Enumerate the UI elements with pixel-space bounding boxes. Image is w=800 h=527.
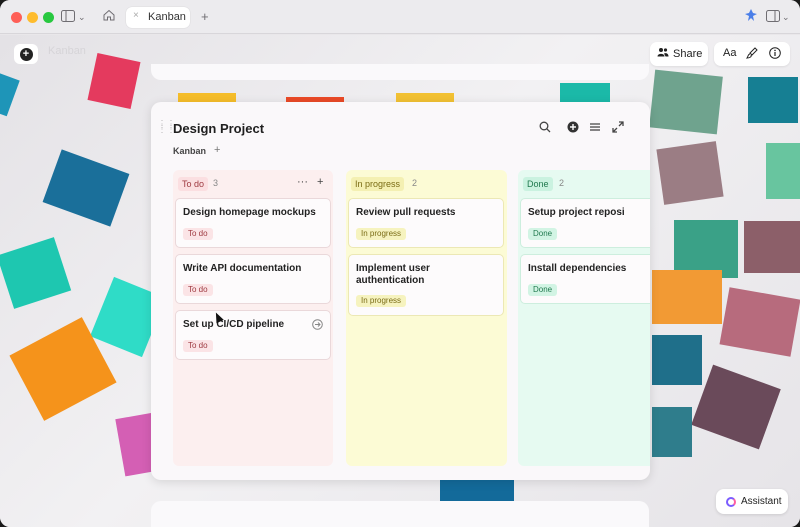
add-circle-icon[interactable]	[567, 121, 579, 136]
column-count: 2	[559, 178, 565, 188]
app-window: ⌄ × Kanban + ⌄ + Kanban Share Aa ⋮⋮ ⋮⋮ D…	[0, 0, 800, 527]
status-tag: Done	[528, 228, 558, 240]
add-card-icon[interactable]: +	[317, 176, 323, 188]
maximize-window-button[interactable]	[43, 12, 54, 23]
chevron-down-icon[interactable]: ⌄	[78, 9, 86, 25]
add-view-button[interactable]: +	[214, 144, 220, 156]
task-title: Install dependencies	[528, 263, 627, 274]
background-shape	[87, 52, 141, 110]
column-done: Done 2 Setup project reposi Done Install…	[518, 170, 650, 466]
task-card[interactable]: Implement user authentication In progres…	[348, 254, 504, 316]
task-card[interactable]: Set up CI/CD pipeline To do	[175, 310, 331, 360]
app-title: Kanban	[48, 45, 86, 57]
tab-kanban[interactable]: × Kanban	[126, 7, 190, 28]
status-tag: In progress	[356, 228, 407, 240]
column-in-progress: In progress 2 Review pull requests In pr…	[346, 170, 507, 466]
column-label[interactable]: Done	[523, 177, 553, 191]
status-tag: To do	[183, 228, 213, 240]
background-shape	[652, 335, 702, 385]
tab-close-icon[interactable]: ×	[133, 10, 139, 21]
next-block	[151, 501, 649, 527]
column-todo: To do 3 ··· + Design homepage mockups To…	[173, 170, 333, 466]
background-shape	[656, 141, 724, 205]
background-shape	[0, 71, 20, 117]
task-title: Implement user authentication	[356, 263, 430, 286]
tab-label: Kanban	[148, 11, 186, 23]
open-card-icon[interactable]	[312, 319, 323, 333]
task-card[interactable]: Write API documentation To do	[175, 254, 331, 304]
task-card[interactable]: Review pull requests In progress	[348, 198, 504, 248]
column-label[interactable]: In progress	[351, 177, 405, 191]
page-tools: Aa	[714, 42, 790, 66]
background-shape	[649, 69, 723, 135]
status-tag: Done	[528, 284, 558, 296]
assistant-button[interactable]: Assistant	[716, 489, 788, 514]
task-card[interactable]: Design homepage mockups To do	[175, 198, 331, 248]
close-window-button[interactable]	[11, 12, 22, 23]
tab-kanban-view[interactable]: Kanban	[173, 146, 206, 156]
assistant-icon	[726, 497, 736, 507]
expand-icon[interactable]	[612, 121, 624, 136]
chevron-down-icon[interactable]: ⌄	[782, 9, 790, 25]
info-icon[interactable]	[769, 47, 781, 62]
task-title: Write API documentation	[183, 263, 302, 274]
minimize-window-button[interactable]	[27, 12, 38, 23]
task-title: Set up CI/CD pipeline	[183, 319, 285, 330]
background-shape	[42, 149, 130, 227]
task-title: Review pull requests	[356, 207, 456, 218]
people-icon	[657, 47, 669, 60]
column-count: 3	[213, 178, 219, 188]
background-shape	[766, 143, 800, 199]
background-shape	[691, 364, 781, 450]
menu-icon[interactable]	[589, 121, 601, 136]
add-page-button[interactable]: +	[14, 44, 38, 64]
background-shape	[719, 287, 800, 357]
column-label[interactable]: To do	[178, 177, 209, 191]
search-icon[interactable]	[539, 121, 551, 136]
plus-icon: +	[19, 47, 33, 61]
paint-brush-icon[interactable]	[745, 47, 758, 62]
column-count: 2	[412, 178, 418, 188]
background-shape	[748, 77, 798, 123]
more-options-icon[interactable]: ···	[297, 176, 308, 188]
status-tag: To do	[183, 340, 213, 352]
previous-block	[151, 64, 649, 80]
split-view-icon[interactable]	[766, 10, 780, 26]
background-shape	[744, 221, 800, 273]
font-settings-button[interactable]: Aa	[723, 47, 736, 59]
new-tab-button[interactable]: +	[201, 9, 209, 25]
background-shape	[652, 270, 722, 324]
task-card[interactable]: Install dependencies Done	[520, 254, 650, 304]
share-button[interactable]: Share	[650, 42, 708, 66]
status-tag: To do	[183, 284, 213, 296]
kanban-block: ⋮⋮ ⋮⋮ Design Project Kanban + To do 3 ···…	[151, 102, 650, 480]
extension-icon[interactable]	[744, 8, 758, 26]
background-shape	[0, 237, 72, 309]
task-card[interactable]: Setup project reposi Done	[520, 198, 650, 248]
assistant-label: Assistant	[741, 496, 782, 507]
home-icon[interactable]	[103, 9, 115, 25]
sidebar-toggle-icon[interactable]	[61, 10, 75, 26]
background-shape	[652, 407, 692, 457]
task-title: Design homepage mockups	[183, 207, 316, 218]
status-tag: In progress	[356, 295, 407, 307]
share-label: Share	[673, 48, 703, 60]
board-title[interactable]: Design Project	[173, 121, 264, 136]
task-title: Setup project reposi	[528, 207, 625, 218]
title-bar: ⌄ × Kanban + ⌄	[0, 0, 800, 34]
